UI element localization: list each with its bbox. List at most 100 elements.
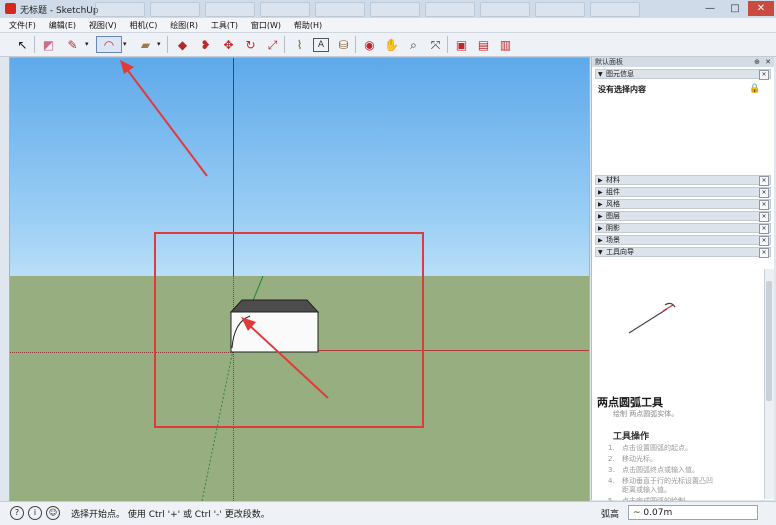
- section-scenes[interactable]: ▶ 场景 ×: [595, 235, 771, 246]
- section-label: 场景: [606, 236, 620, 244]
- share-model-icon[interactable]: ▥: [497, 36, 514, 53]
- scale-tool-icon[interactable]: ⤢: [264, 36, 281, 53]
- blurred-tab: [535, 2, 585, 17]
- collapse-icon: ▼: [598, 71, 603, 78]
- tray-close-icon[interactable]: ✕: [765, 57, 771, 67]
- zoom-tool-icon[interactable]: ⌕: [405, 36, 422, 53]
- menu-tools[interactable]: 工具(T): [206, 18, 243, 32]
- arc-tool-icon[interactable]: ◠: [96, 36, 122, 53]
- menu-file[interactable]: 文件(F): [0, 18, 41, 32]
- section-styles[interactable]: ▶ 风格 ×: [595, 199, 771, 210]
- title-bar: 无标题 - SketchUp — □ ✕: [0, 0, 776, 19]
- menu-camera[interactable]: 相机(C): [124, 18, 162, 32]
- blurred-tab: [205, 2, 255, 17]
- section-label: 材料: [606, 176, 620, 184]
- window-title: 无标题 - SketchUp: [20, 6, 99, 16]
- tool-description: 绘制 两点圆弧实体。: [613, 410, 679, 418]
- pan-tool-icon[interactable]: ✋: [383, 36, 400, 53]
- blurred-tab: [590, 2, 640, 17]
- blurred-tab: [370, 2, 420, 17]
- text-tool-icon[interactable]: A: [313, 38, 329, 52]
- main-toolbar: ↖ ◩ ✎ ▾ ◠ ▾ ▰ ▾ ◆ ❥ ✥ ↻ ⤢ ⌇ A ⛁ ◉ ✋ ⌕ ⤧ …: [0, 33, 776, 57]
- maximize-button[interactable]: □: [722, 1, 748, 16]
- close-button[interactable]: ✕: [748, 1, 774, 16]
- annotation-arrow-shaft: [125, 67, 208, 177]
- expand-icon: ▶: [598, 189, 603, 196]
- rotate-tool-icon[interactable]: ↻: [242, 36, 259, 53]
- minimize-button[interactable]: —: [697, 1, 723, 16]
- default-tray: 默认面板 ⊕ ✕ ▼ 图元信息 × 没有选择内容 🔒 ▶ 材料 × ▶ 组件 ×…: [591, 57, 774, 505]
- arc-dropdown-icon[interactable]: ▾: [123, 40, 127, 48]
- pencil-dropdown-icon[interactable]: ▾: [85, 40, 89, 48]
- instructor-scrollbar[interactable]: [764, 269, 774, 499]
- scrollbar-thumb[interactable]: [766, 281, 772, 401]
- blurred-tab: [425, 2, 475, 17]
- orbit-tool-icon[interactable]: ◉: [361, 36, 378, 53]
- pencil-tool-icon[interactable]: ✎: [64, 36, 81, 53]
- menu-window[interactable]: 窗口(W): [246, 18, 286, 32]
- section-layers[interactable]: ▶ 图层 ×: [595, 211, 771, 222]
- sketchup-logo-icon: [5, 3, 16, 14]
- instruction-step: 3. 点击圆弧终点或输入值。: [608, 466, 699, 474]
- annotation-arrowhead: [120, 60, 134, 74]
- tray-title-text: 默认面板: [595, 58, 623, 66]
- instruction-step: 1. 点击设置圆弧的起点。: [608, 444, 692, 452]
- user-icon[interactable]: ☺: [46, 506, 60, 520]
- geo-location-icon[interactable]: ?: [10, 506, 24, 520]
- instruction-step: 距离或输入值。: [622, 486, 671, 494]
- expand-icon: ▶: [598, 213, 603, 220]
- close-icon[interactable]: ×: [759, 70, 769, 80]
- entity-info-label: 图元信息: [606, 70, 634, 78]
- credits-icon[interactable]: i: [28, 506, 42, 520]
- operations-title: 工具操作: [613, 432, 650, 442]
- tape-measure-tool-icon[interactable]: ⌇: [291, 36, 308, 53]
- instructor-label: 工具向导: [606, 248, 634, 256]
- collapse-icon: ▼: [598, 249, 603, 256]
- menu-help[interactable]: 帮助(H): [289, 18, 327, 32]
- menu-view[interactable]: 视图(V): [84, 18, 122, 32]
- close-icon[interactable]: ×: [759, 212, 769, 222]
- measurements-label: 弧高: [601, 510, 620, 520]
- pin-icon[interactable]: ⊕: [754, 57, 760, 67]
- eraser-tool-icon[interactable]: ◩: [40, 36, 57, 53]
- highlight-rectangle: [154, 232, 424, 428]
- instruction-step: 2. 移动光标。: [608, 455, 657, 463]
- push-pull-tool-icon[interactable]: ◆: [174, 36, 191, 53]
- tool-name: 两点圆弧工具: [597, 396, 663, 409]
- close-icon[interactable]: ×: [759, 248, 769, 258]
- status-hint: 选择开始点。 使用 Ctrl '+' 或 Ctrl '-' 更改段数。: [71, 510, 270, 520]
- model-viewport[interactable]: [9, 57, 590, 502]
- menu-draw[interactable]: 绘图(R): [165, 18, 203, 32]
- toolbar-divider: [355, 36, 356, 53]
- menu-bar: 文件(F) 编辑(E) 视图(V) 相机(C) 绘图(R) 工具(T) 窗口(W…: [0, 18, 776, 33]
- close-icon[interactable]: ×: [759, 236, 769, 246]
- section-materials[interactable]: ▶ 材料 ×: [595, 175, 771, 186]
- 3d-warehouse-icon[interactable]: ▣: [453, 36, 470, 53]
- section-label: 风格: [606, 200, 620, 208]
- expand-icon: ▶: [598, 237, 603, 244]
- expand-icon: ▶: [598, 225, 603, 232]
- close-icon[interactable]: ×: [759, 200, 769, 210]
- extension-warehouse-icon[interactable]: ▤: [475, 36, 492, 53]
- section-shadows[interactable]: ▶ 阴影 ×: [595, 223, 771, 234]
- paint-bucket-tool-icon[interactable]: ⛁: [335, 36, 352, 53]
- zoom-extents-tool-icon[interactable]: ⤧: [427, 36, 444, 53]
- section-label: 阴影: [606, 224, 620, 232]
- close-icon[interactable]: ×: [759, 188, 769, 198]
- section-components[interactable]: ▶ 组件 ×: [595, 187, 771, 198]
- close-icon[interactable]: ×: [759, 224, 769, 234]
- select-tool-icon[interactable]: ↖: [14, 36, 31, 53]
- lock-icon[interactable]: 🔒: [749, 84, 760, 94]
- close-icon[interactable]: ×: [759, 176, 769, 186]
- no-selection-text: 没有选择内容: [598, 85, 646, 94]
- move-tool-icon[interactable]: ✥: [220, 36, 237, 53]
- toolbar-divider: [34, 36, 35, 53]
- arc-tool-illustration: [628, 302, 676, 334]
- rectangle-tool-icon[interactable]: ▰: [137, 36, 154, 53]
- instructor-header[interactable]: ▼ 工具向导 ×: [595, 247, 771, 258]
- entity-info-header[interactable]: ▼ 图元信息 ×: [595, 69, 771, 80]
- measurements-input[interactable]: ~ 0.07m: [628, 505, 758, 520]
- menu-edit[interactable]: 编辑(E): [44, 18, 81, 32]
- follow-me-tool-icon[interactable]: ❥: [197, 36, 214, 53]
- shape-dropdown-icon[interactable]: ▾: [157, 40, 161, 48]
